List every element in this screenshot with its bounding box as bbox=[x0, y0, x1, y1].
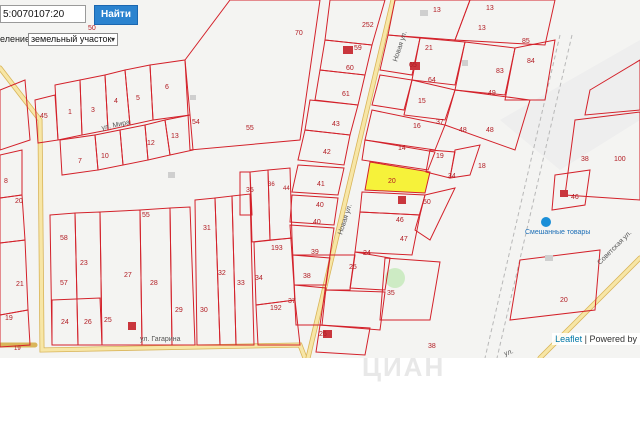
parcel-label: 18 bbox=[478, 163, 486, 170]
parcel-label: 31 bbox=[203, 225, 211, 232]
parcel-label: 40 bbox=[316, 202, 324, 209]
parcel-label: 40 bbox=[313, 219, 321, 226]
cadastral-search-input[interactable]: 5:0070107:20 bbox=[0, 5, 86, 23]
parcel-label: 47 bbox=[400, 236, 408, 243]
parcel-label: 25 bbox=[349, 264, 357, 271]
parcel-label: 48 bbox=[486, 127, 494, 134]
find-button[interactable]: Найти bbox=[94, 5, 138, 25]
parcel-label: 35 bbox=[246, 187, 254, 194]
parcel-label: 39 bbox=[311, 249, 319, 256]
parcel-label: 20 bbox=[388, 178, 396, 185]
attribution-powered: Powered by bbox=[589, 334, 637, 344]
parcel-label: 35 bbox=[387, 290, 395, 297]
parcel-label: 24 bbox=[363, 250, 371, 257]
parcel-label: 46 bbox=[396, 217, 404, 224]
parcel-label: 21 bbox=[425, 45, 433, 52]
shop-icon[interactable] bbox=[541, 217, 551, 227]
parcel-label: 13 bbox=[433, 7, 441, 14]
parcel-label: 26 bbox=[319, 331, 327, 338]
parcel-label: 38 bbox=[581, 156, 589, 163]
parcel-label: 34 bbox=[448, 173, 456, 180]
parcel-label: 34 bbox=[255, 275, 263, 282]
parcel-label: 7 bbox=[78, 158, 82, 165]
parcel-label: 24 bbox=[61, 319, 69, 326]
parcel-label: 50 bbox=[423, 199, 431, 206]
parcel-label: 43 bbox=[332, 121, 340, 128]
parcel-label: 44 bbox=[283, 186, 290, 192]
map-canvas[interactable]: Смешанные товары ул. Мира ул. Гагарина Н… bbox=[0, 0, 640, 358]
parcel-label: 57 bbox=[60, 280, 68, 287]
parcel-label: 60 bbox=[346, 65, 354, 72]
parcel-label: 55 bbox=[142, 212, 150, 219]
parcel-label: 20 bbox=[15, 198, 23, 205]
parcel-label: 46 bbox=[571, 194, 579, 201]
cadastral-map[interactable]: Смешанные товары ул. Мира ул. Гагарина Н… bbox=[0, 0, 640, 358]
parcel-label: 3 bbox=[91, 107, 95, 114]
parcel-label: 65 bbox=[409, 62, 417, 69]
parcel-label: 54 bbox=[192, 119, 200, 126]
parcel-label: 33 bbox=[237, 280, 245, 287]
parcel-label: 19 bbox=[5, 315, 13, 322]
parcel-label: 61 bbox=[342, 91, 350, 98]
parcel-label: 26 bbox=[84, 319, 92, 326]
parcel-label: 38 bbox=[428, 343, 436, 350]
parcel-label: 59 bbox=[354, 45, 362, 52]
parcel-label: 21 bbox=[16, 281, 24, 288]
parcel-label: 27 bbox=[124, 272, 132, 279]
parcel-label: 30 bbox=[200, 307, 208, 314]
parcel-label: 19 bbox=[14, 346, 21, 352]
shop-label: Смешанные товары bbox=[525, 229, 590, 236]
parcel-label: 45 bbox=[40, 113, 48, 120]
street-gagarina-label: ул. Гагарина bbox=[140, 336, 181, 343]
parcel-label: 49 bbox=[488, 90, 496, 97]
parcel-label: 28 bbox=[150, 280, 158, 287]
parcel-label: 70 bbox=[295, 30, 303, 37]
parcel-label: 29 bbox=[175, 307, 183, 314]
map-attribution: Leaflet | Powered by bbox=[552, 333, 640, 345]
parcel-label: 15 bbox=[418, 98, 426, 105]
parcel-label: 16 bbox=[413, 123, 421, 130]
parcel-label: 193 bbox=[271, 245, 283, 252]
parcel-label: 84 bbox=[527, 58, 535, 65]
object-type-label: еление bbox=[0, 34, 30, 44]
parcel-label: 20 bbox=[560, 297, 568, 304]
parcel-label: 19 bbox=[436, 153, 444, 160]
parcel-label: 5 bbox=[136, 95, 140, 102]
parcel-label: 10 bbox=[101, 153, 109, 160]
parcel-label: 252 bbox=[362, 22, 374, 29]
parcel-label: 32 bbox=[218, 270, 226, 277]
parcel-label: 58 bbox=[60, 235, 68, 242]
cian-watermark: ЦИАН bbox=[362, 352, 446, 382]
parcel-label: 83 bbox=[496, 68, 504, 75]
leaflet-link[interactable]: Leaflet bbox=[555, 334, 582, 344]
parcel-label: 100 bbox=[614, 156, 626, 163]
parcel-label: 8 bbox=[4, 178, 8, 185]
parcel-label: 14 bbox=[398, 145, 406, 152]
parcel-label: 55 bbox=[246, 125, 254, 132]
parcel-label: 42 bbox=[323, 149, 331, 156]
chevron-down-icon: ▾ bbox=[110, 35, 115, 44]
parcel-label: 50 bbox=[88, 25, 96, 32]
object-type-select[interactable]: земельный участок ▾ bbox=[28, 33, 118, 46]
parcel-label: 64 bbox=[428, 77, 436, 84]
parcel-label: 41 bbox=[317, 181, 325, 188]
parcel-label: 6 bbox=[165, 84, 169, 91]
parcel-label: 13 bbox=[171, 133, 179, 140]
parcel-label: 37 bbox=[288, 298, 296, 305]
parcel-label: 36 bbox=[268, 182, 275, 188]
parcel-label: 23 bbox=[80, 260, 88, 267]
parcel-label: 1 bbox=[68, 109, 72, 116]
parcel-label: 25 bbox=[104, 317, 112, 324]
parcel-label: 37 bbox=[436, 119, 444, 126]
parcel-label: 12 bbox=[147, 140, 155, 147]
parcel-label: 4 bbox=[114, 98, 118, 105]
parcel-label: 85 bbox=[522, 38, 530, 45]
parcel-label: 38 bbox=[303, 273, 311, 280]
parcel-label: 192 bbox=[270, 305, 282, 312]
parcel-label: 48 bbox=[459, 127, 467, 134]
object-type-selected: земельный участок bbox=[31, 34, 112, 44]
parcel-label: 13 bbox=[478, 25, 486, 32]
parcel-label: 13 bbox=[486, 5, 494, 12]
